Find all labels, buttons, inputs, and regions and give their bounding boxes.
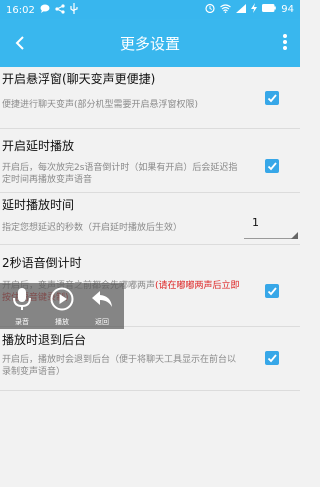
return-button[interactable]: 返回 [82,283,122,329]
usb-icon [70,3,78,17]
delay-time-value: 1 [252,216,259,229]
floating-window-checkbox[interactable] [265,91,279,105]
floating-toolbar[interactable]: 录音 播放 返回 [0,283,124,329]
setting-title: 开启悬浮窗(聊天变声更便捷) [2,72,156,86]
background-playback-checkbox[interactable] [265,351,279,365]
status-bar: 16:02 94 [0,0,300,19]
chat-notification-icon [40,4,50,16]
alarm-icon [205,3,215,16]
record-button[interactable]: 录音 [2,283,42,329]
setting-title: 延时播放时间 [2,198,75,212]
check-icon [267,94,277,103]
charging-icon [251,3,258,16]
overflow-menu-button[interactable] [280,32,290,56]
setting-delay-time[interactable]: 延时播放时间 指定您想延迟的秒数（开启延时播放后生效） 1 [0,193,300,239]
delay-time-spinner[interactable]: 1 [244,213,298,241]
setting-description: 开启后，每次放完2s语音倒计时（如果有开启）后会延迟指定时间再播放变声语音 [2,163,238,185]
setting-title: 播放时退到后台 [2,333,87,347]
wifi-icon [220,3,232,16]
check-icon [267,287,277,296]
setting-delayed-playback[interactable]: 开启延时播放 开启后，每次放完2s语音倒计时（如果有开启）后会延迟指定时间再播放… [0,129,300,191]
divider [0,390,300,391]
battery-level: 94 [281,4,294,15]
settings-list: 开启悬浮窗(聊天变声更便捷) 便捷进行聊天变声(部分机型需要开启悬浮窗权限) 开… [0,67,300,487]
setting-description: 指定您想延迟的秒数（开启延时播放后生效） [2,223,183,233]
record-label: 录音 [15,318,29,326]
setting-title: 开启延时播放 [2,139,75,153]
signal-icon [236,3,247,16]
setting-description: 开启后，播放时会退到后台（便于将聊天工具显示在前台以录制变声语音） [2,355,237,377]
page-title: 更多设置 [119,35,180,53]
setting-title: 2秒语音倒计时 [2,256,82,270]
play-circle-icon [50,287,74,311]
play-button[interactable]: 播放 [42,283,82,329]
app-bar: 更多设置 [0,19,300,67]
status-time: 16:02 [6,4,35,16]
dropdown-triangle-icon [291,232,298,239]
setting-background-playback[interactable]: 播放时退到后台 开启后，播放时会退到后台（便于将聊天工具显示在前台以录制变声语音… [0,327,300,389]
battery-icon [262,4,277,15]
check-icon [267,162,277,171]
return-label: 返回 [95,318,109,326]
check-icon [267,354,277,363]
share-icon [55,3,65,17]
play-label: 播放 [55,318,69,326]
microphone-icon [13,288,31,310]
reply-arrow-icon [92,291,112,307]
delayed-playback-checkbox[interactable] [265,159,279,173]
setting-description: 便捷进行聊天变声(部分机型需要开启悬浮窗权限) [2,100,199,110]
countdown-checkbox[interactable] [265,284,279,298]
more-vertical-icon [283,34,287,38]
setting-floating-window[interactable]: 开启悬浮窗(聊天变声更便捷) 便捷进行聊天变声(部分机型需要开启悬浮窗权限) [0,67,300,127]
